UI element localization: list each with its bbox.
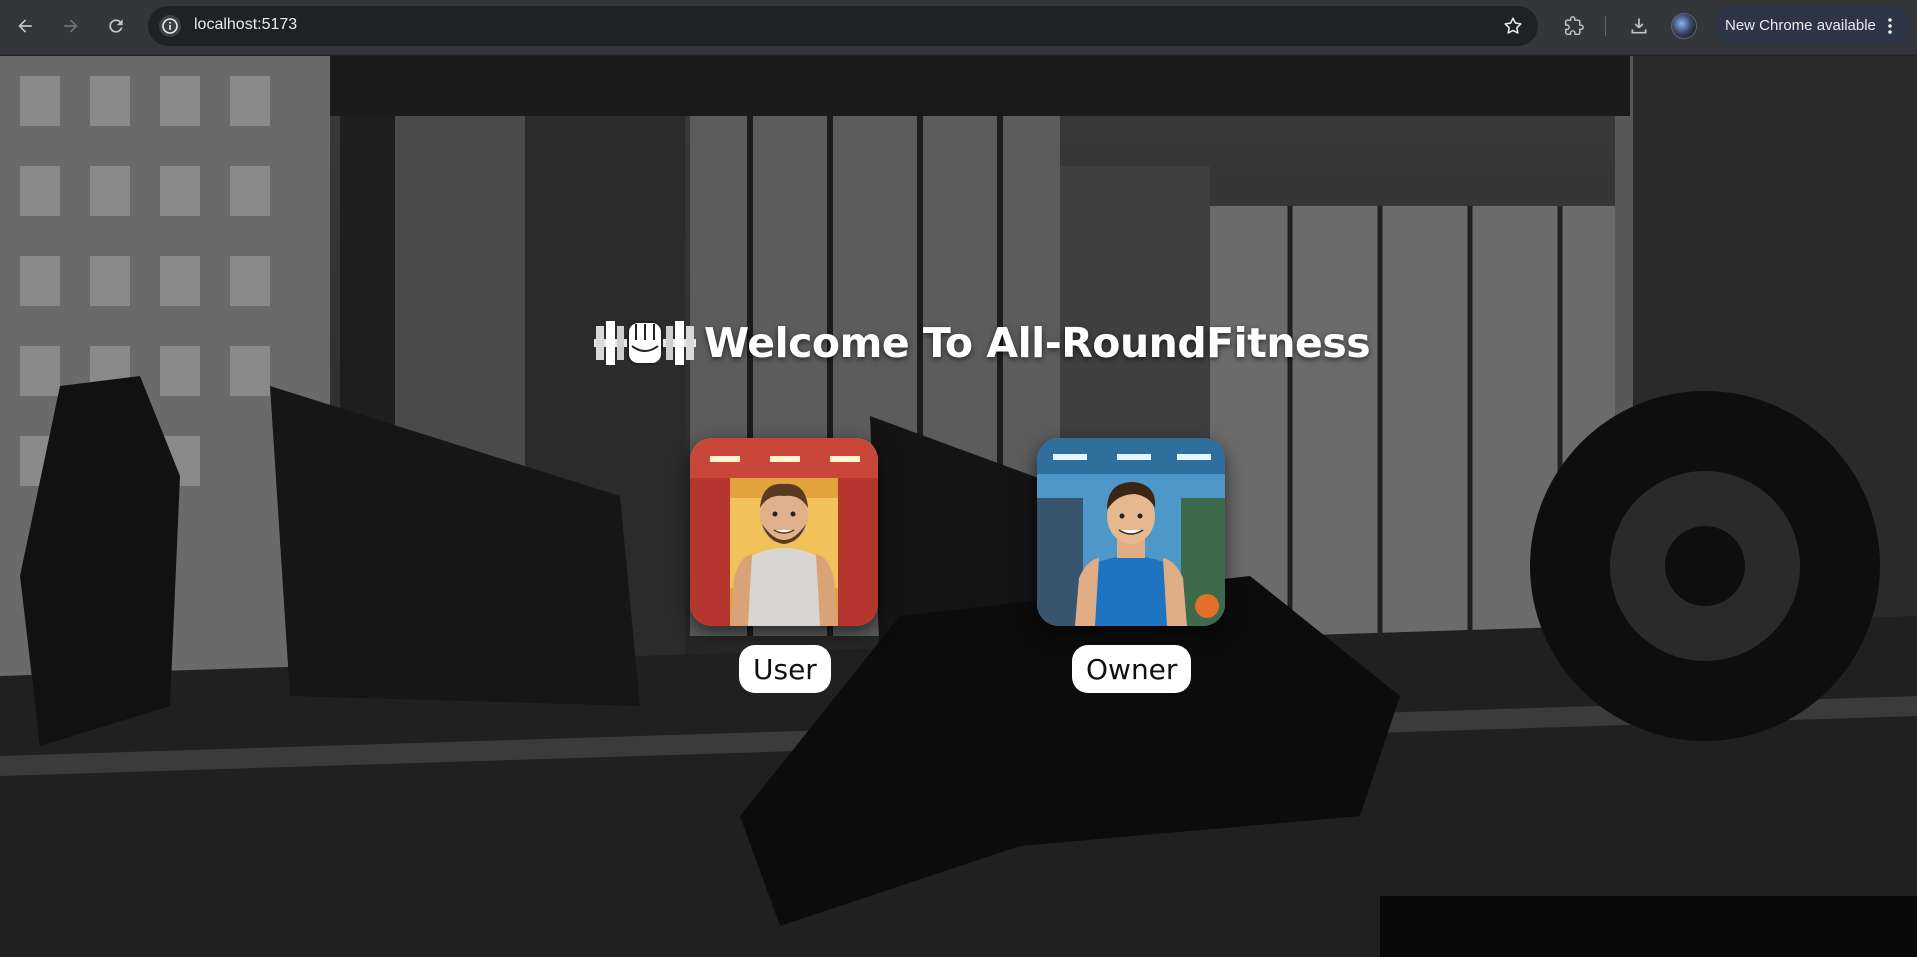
- owner-button[interactable]: Owner: [1072, 645, 1192, 693]
- toolbar-separator: [1605, 16, 1606, 36]
- downloads-icon: [1631, 18, 1647, 34]
- forward-button[interactable]: [55, 10, 87, 42]
- update-label: New Chrome available: [1725, 17, 1876, 34]
- user-button[interactable]: User: [739, 645, 831, 693]
- user-avatar-image[interactable]: [690, 438, 878, 626]
- gym-background-image: [0, 56, 1917, 957]
- extensions-icon: [1564, 16, 1584, 36]
- reload-icon: [109, 19, 123, 33]
- owner-avatar-cartoon: [1037, 438, 1225, 626]
- user-role-card[interactable]: User: [690, 438, 878, 693]
- more-menu-icon[interactable]: [1880, 16, 1900, 36]
- landing-page: Welcome To All-RoundFitness User Owner: [0, 56, 1917, 957]
- bookmark-star-icon[interactable]: [1502, 15, 1524, 37]
- forward-icon: [64, 19, 78, 33]
- owner-avatar-image[interactable]: [1037, 438, 1225, 626]
- back-icon: [18, 19, 32, 33]
- profile-avatar[interactable]: [1671, 13, 1697, 39]
- reload-button[interactable]: [100, 10, 132, 42]
- downloads-button[interactable]: [1623, 10, 1655, 42]
- owner-role-card[interactable]: Owner: [1037, 438, 1225, 693]
- user-avatar-cartoon: [690, 438, 878, 626]
- extensions-button[interactable]: [1558, 10, 1590, 42]
- address-bar[interactable]: localhost:5173: [148, 6, 1538, 46]
- flexed-fist-dumbbell-logo: [594, 321, 696, 365]
- site-info-icon[interactable]: [158, 14, 182, 38]
- hero-title: Welcome To All-RoundFitness: [590, 308, 1371, 378]
- chrome-update-button[interactable]: New Chrome available: [1714, 6, 1910, 46]
- browser-toolbar: localhost:5173 New Chrome available: [0, 0, 1917, 55]
- page-title: Welcome To All-RoundFitness: [704, 319, 1371, 367]
- url-text[interactable]: localhost:5173: [194, 16, 297, 34]
- back-button[interactable]: [9, 10, 41, 42]
